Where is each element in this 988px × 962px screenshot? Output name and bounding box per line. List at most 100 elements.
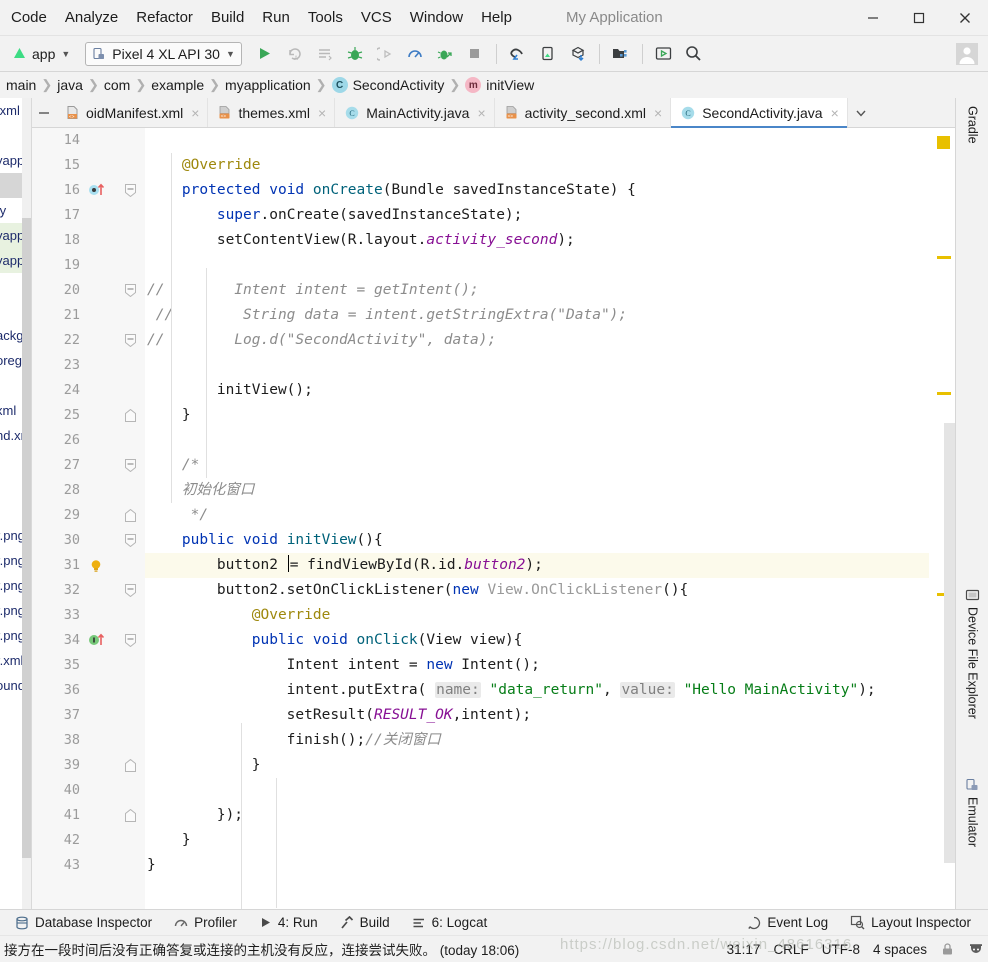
tool-window-button-gradle[interactable]: Gradle bbox=[956, 106, 988, 144]
code-line-25[interactable]: } bbox=[145, 403, 929, 428]
code-line-33[interactable]: @Override bbox=[145, 603, 929, 628]
fold-collapse-icon[interactable] bbox=[124, 634, 137, 647]
device-manager-button[interactable] bbox=[650, 41, 678, 67]
code-line-36[interactable]: intent.putExtra( name: "data_return", va… bbox=[145, 678, 929, 703]
gutter-line-32[interactable]: 32 bbox=[32, 578, 136, 603]
menu-item-analyze[interactable]: Analyze bbox=[56, 5, 127, 30]
close-button[interactable] bbox=[942, 0, 988, 36]
code-line-40[interactable] bbox=[145, 778, 929, 803]
menu-item-code[interactable]: Code bbox=[2, 5, 56, 30]
bottom-tool-event-log[interactable]: Event Log bbox=[736, 915, 839, 930]
close-icon[interactable]: × bbox=[831, 105, 839, 121]
gutter-line-35[interactable]: 35 bbox=[32, 653, 88, 678]
gutter-line-22[interactable]: 22 bbox=[32, 328, 136, 353]
marker-todo[interactable] bbox=[937, 136, 950, 149]
fold-collapse-icon[interactable] bbox=[124, 284, 137, 297]
bottom-tool-6--logcat[interactable]: 6: Logcat bbox=[401, 915, 499, 930]
code-line-26[interactable] bbox=[145, 428, 929, 453]
user-avatar[interactable] bbox=[954, 41, 980, 67]
breadcrumb-item-java[interactable]: java bbox=[53, 77, 87, 93]
code-line-43[interactable]: } bbox=[145, 853, 929, 878]
fold-collapse-icon[interactable] bbox=[124, 459, 137, 472]
bottom-tool-4--run[interactable]: 4: Run bbox=[248, 915, 329, 930]
breadcrumb-item-example[interactable]: example bbox=[147, 77, 208, 93]
gutter-line-29[interactable]: 29 bbox=[32, 503, 136, 528]
editor-marker-bar[interactable] bbox=[929, 128, 955, 909]
run-with-coverage-button[interactable] bbox=[431, 41, 459, 67]
hide-tool-window-icon[interactable] bbox=[32, 98, 56, 127]
tool-window-button-device-file-explorer[interactable]: Device File Explorer bbox=[956, 588, 988, 719]
apply-changes-restart-activity-button[interactable]: A bbox=[281, 41, 309, 67]
code-line-22[interactable]: // Log.d("SecondActivity", data); bbox=[145, 328, 929, 353]
fold-end-icon[interactable] bbox=[124, 509, 137, 522]
code-line-37[interactable]: setResult(RESULT_OK,intent); bbox=[145, 703, 929, 728]
gutter-line-27[interactable]: 27 bbox=[32, 453, 136, 478]
debug-button[interactable] bbox=[341, 41, 369, 67]
editor-gutter[interactable]: 14 15 16 17 18 19 20 21 22 23 24 25 26 27 28 29 30 31 32 33… bbox=[32, 128, 145, 909]
close-icon[interactable]: × bbox=[477, 105, 485, 121]
fold-end-icon[interactable] bbox=[124, 409, 137, 422]
fold-collapse-icon[interactable] bbox=[124, 534, 137, 547]
fold-collapse-icon[interactable] bbox=[124, 334, 137, 347]
code-line-16[interactable]: protected void onCreate(Bundle savedInst… bbox=[145, 178, 929, 203]
bottom-tool-layout-inspector[interactable]: Layout Inspector bbox=[839, 915, 982, 930]
breadcrumb-item-initView[interactable]: m initView bbox=[461, 77, 538, 93]
gutter-line-23[interactable]: 23 bbox=[32, 353, 88, 378]
gutter-line-15[interactable]: 15 bbox=[32, 153, 88, 178]
sync-project-with-gradle-button[interactable] bbox=[504, 41, 532, 67]
device-selector[interactable]: Pixel 4 XL API 30 ▼ bbox=[85, 41, 242, 66]
implements-method-icon[interactable] bbox=[88, 632, 110, 645]
bottom-tool-profiler[interactable]: Profiler bbox=[163, 915, 248, 930]
menu-item-help[interactable]: Help bbox=[472, 5, 521, 30]
gutter-line-42[interactable]: 42 bbox=[32, 828, 88, 853]
gutter-line-21[interactable]: 21 bbox=[32, 303, 88, 328]
gutter-line-43[interactable]: 43 bbox=[32, 853, 88, 878]
gutter-line-26[interactable]: 26 bbox=[32, 428, 88, 453]
gutter-line-14[interactable]: 14 bbox=[32, 128, 88, 153]
fold-collapse-icon[interactable] bbox=[124, 584, 137, 597]
gutter-line-30[interactable]: 30 bbox=[32, 528, 136, 553]
code-line-23[interactable] bbox=[145, 353, 929, 378]
menu-item-refactor[interactable]: Refactor bbox=[127, 5, 202, 30]
code-line-17[interactable]: super.onCreate(savedInstanceState); bbox=[145, 203, 929, 228]
gutter-line-36[interactable]: 36 bbox=[32, 678, 88, 703]
maximize-button[interactable] bbox=[896, 0, 942, 36]
close-icon[interactable]: × bbox=[318, 105, 326, 121]
breadcrumb-item-myapplication[interactable]: myapplication bbox=[221, 77, 315, 93]
tab-list-chevron-icon[interactable] bbox=[848, 98, 874, 127]
menu-item-build[interactable]: Build bbox=[202, 5, 253, 30]
status-message[interactable]: 接方在一段时间后没有正确答复或连接的主机没有反应，连接尝试失败。 (today … bbox=[2, 939, 519, 959]
code-line-20[interactable]: // Intent intent = getIntent(); bbox=[145, 278, 929, 303]
menu-item-tools[interactable]: Tools bbox=[299, 5, 352, 30]
menu-item-window[interactable]: Window bbox=[401, 5, 472, 30]
apply-code-changes-button[interactable] bbox=[311, 41, 339, 67]
bottom-tool-database-inspector[interactable]: Database Inspector bbox=[4, 915, 163, 930]
project-tool-window-peek[interactable]: .xmlyappltyyapplyapplackgoregrxmlnd.xn)r… bbox=[0, 98, 32, 909]
fold-collapse-icon[interactable] bbox=[124, 184, 137, 197]
indent-setting[interactable]: 4 spaces bbox=[873, 942, 927, 957]
sdk-manager-button[interactable] bbox=[564, 41, 592, 67]
close-icon[interactable]: × bbox=[654, 105, 662, 121]
code-line-34[interactable]: public void onClick(View view){ bbox=[145, 628, 929, 653]
gutter-line-28[interactable]: 28 bbox=[32, 478, 88, 503]
code-line-39[interactable]: } bbox=[145, 753, 929, 778]
marker-warning[interactable] bbox=[937, 256, 951, 259]
left-panel-scrollbar-thumb[interactable] bbox=[22, 218, 31, 858]
code-line-21[interactable]: // String data = intent.getStringExtra("… bbox=[145, 303, 929, 328]
code-line-18[interactable]: setContentView(R.layout.activity_second)… bbox=[145, 228, 929, 253]
marker-warning[interactable] bbox=[937, 392, 951, 395]
breadcrumb-item-com[interactable]: com bbox=[100, 77, 134, 93]
breadcrumb-item-main[interactable]: main bbox=[2, 77, 40, 93]
run-button[interactable] bbox=[251, 41, 279, 67]
code-line-19[interactable] bbox=[145, 253, 929, 278]
caret-position[interactable]: 31:17 bbox=[727, 942, 761, 957]
code-line-27[interactable]: /* bbox=[145, 453, 929, 478]
attach-debugger-button[interactable] bbox=[371, 41, 399, 67]
gutter-line-19[interactable]: 19 bbox=[32, 253, 88, 278]
gutter-line-31[interactable]: 31 bbox=[32, 553, 101, 578]
bottom-tool-build[interactable]: Build bbox=[329, 915, 401, 930]
gutter-line-16[interactable]: 16 bbox=[32, 178, 136, 203]
module-selector[interactable]: app ▼ bbox=[6, 42, 77, 66]
gutter-line-25[interactable]: 25 bbox=[32, 403, 136, 428]
close-icon[interactable]: × bbox=[191, 105, 199, 121]
